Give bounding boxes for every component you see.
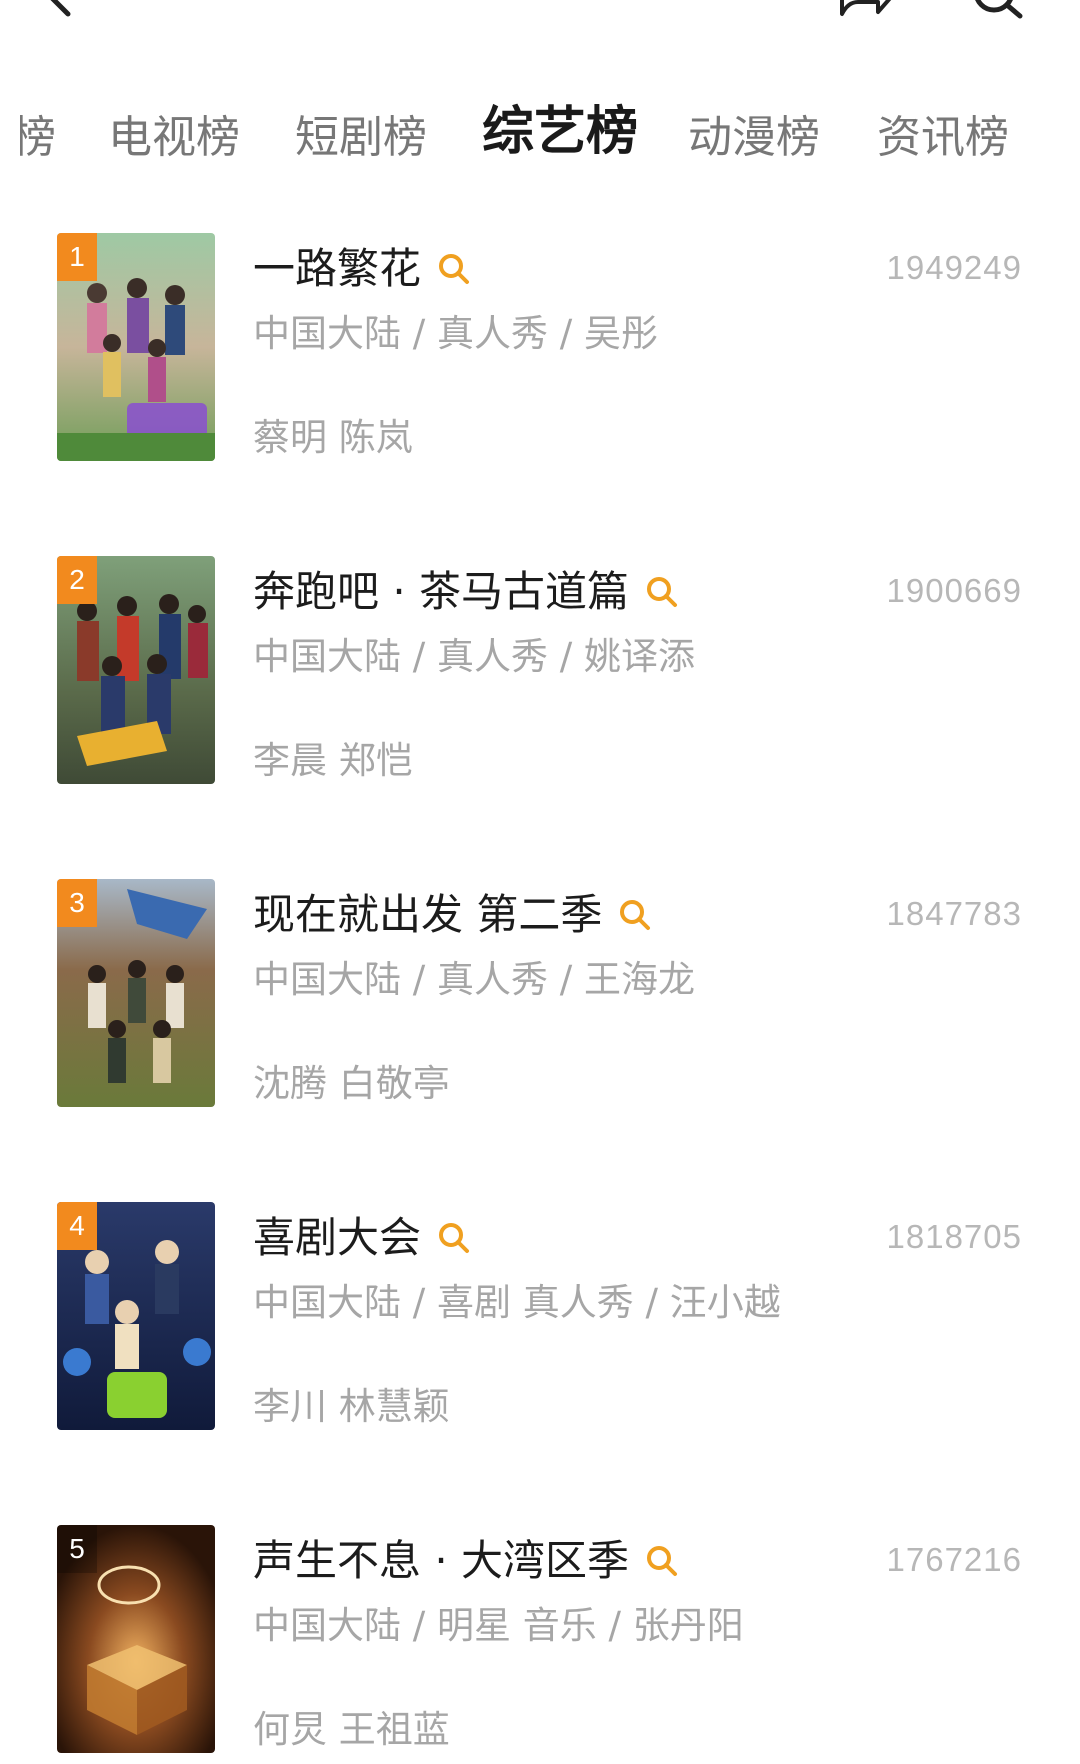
tab-news[interactable]: 资讯榜 — [877, 108, 1009, 168]
poster-image[interactable]: 2 — [57, 556, 215, 784]
show-meta: 中国大陆 / 真人秀 / 吴彤 — [253, 312, 658, 355]
heat-score: 1818705 — [886, 1218, 1022, 1255]
heat-score: 1900669 — [886, 572, 1022, 609]
show-title[interactable]: 喜剧大会 — [253, 1213, 421, 1262]
category-tabs: 榜 电视榜 短剧榜 综艺榜 动漫榜 资讯榜 — [0, 100, 1080, 180]
rank-badge: 1 — [57, 233, 97, 281]
search-icon[interactable] — [437, 1221, 471, 1255]
list-item[interactable]: 1 一路繁花 1949249 中国大陆 / 真人秀 / 吴彤 蔡明 陈岚 — [0, 233, 1080, 513]
show-cast: 何炅 王祖蓝 — [253, 1708, 450, 1751]
show-meta: 中国大陆 / 真人秀 / 姚译添 — [253, 635, 695, 678]
heat-score: 1847783 — [886, 895, 1022, 932]
heat-score: 1949249 — [886, 249, 1022, 286]
tab-anime[interactable]: 动漫榜 — [688, 108, 820, 168]
show-title[interactable]: 声生不息 · 大湾区季 — [253, 1536, 629, 1585]
search-icon[interactable] — [645, 1544, 679, 1578]
heat-score: 1767216 — [886, 1541, 1022, 1578]
list-item[interactable]: 4 喜剧大会 1818705 中国大陆 / 喜剧 真人秀 / 汪小越 李川 林慧… — [0, 1202, 1080, 1482]
tab-short-drama[interactable]: 短剧榜 — [295, 108, 427, 168]
show-title[interactable]: 奔跑吧 · 茶马古道篇 — [253, 567, 629, 616]
title-row: 奔跑吧 · 茶马古道篇 — [253, 562, 679, 622]
show-meta: 中国大陆 / 明星 音乐 / 张丹阳 — [253, 1604, 744, 1647]
rank-badge: 5 — [57, 1525, 97, 1573]
search-icon[interactable] — [618, 898, 652, 932]
app-screen: 榜 电视榜 短剧榜 综艺榜 动漫榜 资讯榜 1 一路繁花 1949249 中国大… — [0, 0, 1080, 1764]
back-arrow-icon[interactable] — [40, 0, 80, 18]
title-row: 声生不息 · 大湾区季 — [253, 1531, 679, 1591]
search-icon[interactable] — [645, 575, 679, 609]
show-cast: 蔡明 陈岚 — [253, 416, 413, 459]
tab-variety[interactable]: 综艺榜 — [482, 102, 638, 162]
title-row: 一路繁花 — [253, 239, 471, 299]
list-item[interactable]: 3 现在就出发 第二季 1847783 中国大陆 / 真人秀 / 王海龙 沈腾 … — [0, 879, 1080, 1159]
poster-image[interactable]: 5 — [57, 1525, 215, 1753]
show-meta: 中国大陆 / 喜剧 真人秀 / 汪小越 — [253, 1281, 781, 1324]
tab-partial[interactable]: 榜 — [20, 108, 56, 168]
search-icon[interactable] — [970, 0, 1026, 20]
list-item[interactable]: 5 声生不息 · 大湾区季 1767216 中国大陆 / 明星 音乐 / 张丹阳… — [0, 1525, 1080, 1764]
poster-image[interactable]: 3 — [57, 879, 215, 1107]
poster-image[interactable]: 4 — [57, 1202, 215, 1430]
show-title[interactable]: 一路繁花 — [253, 244, 421, 293]
show-cast: 李川 林慧颖 — [253, 1385, 450, 1428]
rank-badge: 4 — [57, 1202, 97, 1250]
title-row: 现在就出发 第二季 — [253, 885, 652, 945]
show-cast: 沈腾 白敬亭 — [253, 1062, 450, 1105]
show-title[interactable]: 现在就出发 第二季 — [253, 890, 602, 939]
rank-badge: 3 — [57, 879, 97, 927]
rank-badge: 2 — [57, 556, 97, 604]
title-row: 喜剧大会 — [253, 1208, 471, 1268]
tab-tv[interactable]: 电视榜 — [108, 108, 240, 168]
poster-image[interactable]: 1 — [57, 233, 215, 461]
show-cast: 李晨 郑恺 — [253, 739, 413, 782]
list-item[interactable]: 2 奔跑吧 · 茶马古道篇 1900669 中国大陆 / 真人秀 / 姚译添 李… — [0, 556, 1080, 836]
share-icon[interactable] — [838, 0, 894, 18]
top-bar — [0, 0, 1080, 40]
show-meta: 中国大陆 / 真人秀 / 王海龙 — [253, 958, 695, 1001]
search-icon[interactable] — [437, 252, 471, 286]
